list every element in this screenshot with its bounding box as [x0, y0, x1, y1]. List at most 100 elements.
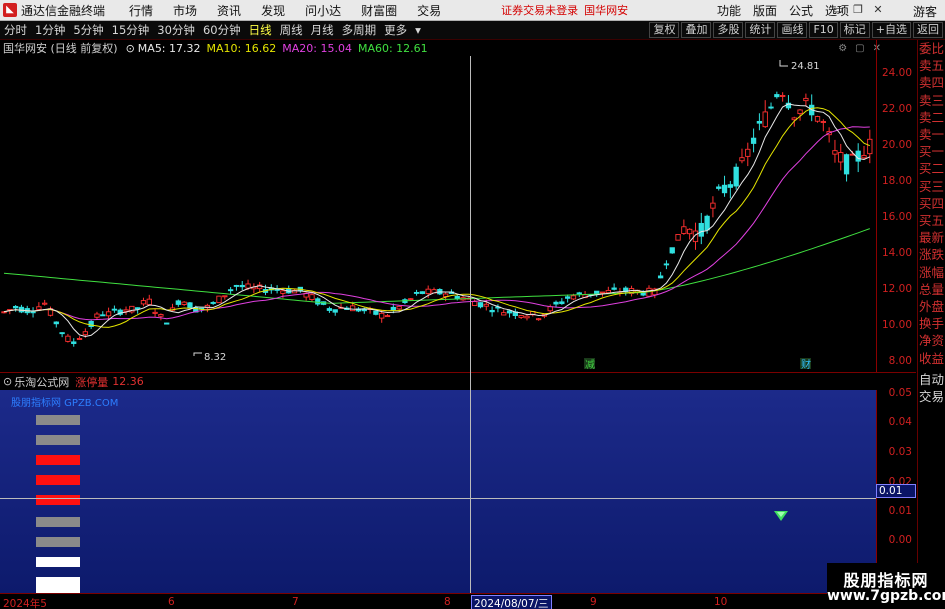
high-price-label: 24.81 — [791, 61, 820, 72]
candle-body — [111, 308, 118, 311]
menu-item-trade[interactable]: 交易 — [407, 2, 451, 19]
menu-layout[interactable]: 版面 — [747, 2, 783, 19]
auto-trade-label[interactable]: 交易 — [918, 388, 945, 405]
site-watermark-badge: 股朋指标网 www.7gpzb.com — [827, 563, 945, 609]
time-label: 8 — [444, 596, 451, 608]
menu-item-wealth[interactable]: 财富圈 — [351, 2, 407, 19]
period-toolbar: 分时 1分钟 5分钟 15分钟 30分钟 60分钟 日线 周线 月线 多周期 更… — [0, 21, 945, 40]
quote-field-label: 买三 — [918, 178, 944, 194]
maximize-icon[interactable]: ▢ — [855, 43, 864, 54]
more-dropdown-icon[interactable]: ▾ — [411, 23, 425, 37]
draw-line-button[interactable]: 画线 — [777, 22, 808, 38]
auto-trade-button[interactable]: 自动 — [918, 371, 945, 388]
menu-item-news[interactable]: 资讯 — [207, 2, 251, 19]
multi-stock-button[interactable]: 多股 — [713, 22, 744, 38]
period-daily[interactable]: 日线 — [245, 22, 276, 38]
add-watchlist-button[interactable]: +自选 — [871, 22, 911, 38]
high-pointer — [779, 60, 788, 67]
period-intraday[interactable]: 分时 — [0, 22, 31, 38]
candle-body — [489, 310, 495, 313]
menu-item-discover[interactable]: 发现 — [251, 2, 295, 19]
guest-user[interactable]: 游客 — [913, 3, 937, 20]
candle-body — [611, 287, 617, 290]
candle-body — [82, 331, 89, 336]
formula-icon[interactable]: ⊙ — [3, 375, 12, 388]
back-button[interactable]: 返回 — [913, 22, 943, 38]
crosshair-value-label: 0.01 — [876, 484, 916, 498]
site-url: www.7gpzb.com — [827, 588, 945, 604]
menu-item-quotes[interactable]: 行情 — [119, 2, 163, 19]
candle-body — [396, 305, 402, 310]
overlay-button[interactable]: 叠加 — [681, 22, 712, 38]
ma20-label: MA20: 15.04 — [282, 41, 352, 55]
candle-body — [553, 301, 559, 305]
period-30min[interactable]: 30分钟 — [153, 22, 199, 38]
menu-function[interactable]: 功能 — [711, 2, 747, 19]
menu-item-ask[interactable]: 问小达 — [295, 2, 351, 19]
candle-body — [832, 150, 838, 155]
ma20-line — [3, 126, 870, 321]
candle-body — [797, 109, 803, 115]
period-more[interactable]: 更多 — [380, 22, 411, 38]
candle-body — [605, 290, 611, 294]
crosshair-vertical — [470, 56, 471, 593]
restore-icon[interactable]: ❐ — [851, 3, 865, 17]
login-status[interactable]: 证券交易未登录 — [501, 2, 578, 18]
candle-body — [675, 234, 681, 241]
signal-diamond-icon — [774, 511, 788, 521]
menu-item-market[interactable]: 市场 — [163, 2, 207, 19]
candle-body — [53, 321, 59, 325]
price-tick: 16.00 — [881, 211, 912, 223]
candle-body — [657, 275, 664, 279]
restore-rights-button[interactable]: 复权 — [649, 22, 680, 38]
candlestick-chart[interactable]: 24.81 8.32 减 财 — [0, 56, 876, 372]
candle-body — [739, 157, 745, 162]
candle-body — [733, 166, 739, 187]
candle-body — [413, 291, 420, 294]
period-monthly[interactable]: 月线 — [307, 22, 338, 38]
candle-body — [315, 298, 321, 305]
watermark-label: 股朋指标网 GPZB.COM — [11, 398, 119, 409]
candle-body — [373, 310, 379, 315]
quote-field-label: 委比 — [918, 41, 944, 56]
quote-field-label: 外盘 — [918, 299, 944, 315]
candle-body — [698, 222, 704, 237]
quote-field-label: 总量 — [918, 281, 944, 297]
period-multi[interactable]: 多周期 — [338, 22, 381, 38]
period-60min[interactable]: 60分钟 — [199, 22, 245, 38]
indicator-chart[interactable]: 股朋指标网 GPZB.COM — [0, 390, 876, 593]
period-5min[interactable]: 5分钟 — [69, 22, 107, 38]
minimize-icon[interactable]: ▭ — [831, 3, 845, 17]
mark-button[interactable]: 标记 — [839, 22, 870, 38]
candle-body — [419, 291, 426, 294]
period-weekly[interactable]: 周线 — [276, 22, 307, 38]
quote-field-label: 净资 — [918, 333, 944, 349]
legend-bar — [36, 577, 80, 593]
ma5-indicator-icon[interactable]: ⊙ — [126, 42, 135, 55]
period-15min[interactable]: 15分钟 — [108, 22, 154, 38]
period-1min[interactable]: 1分钟 — [31, 22, 69, 38]
candle-body — [175, 300, 181, 305]
legend-bar — [36, 415, 80, 425]
ma10-label: MA10: 16.62 — [206, 41, 277, 55]
statistics-button[interactable]: 统计 — [745, 22, 776, 38]
time-label: 10 — [714, 596, 728, 608]
stock-title[interactable]: 国华网安 (日线 前复权) — [3, 40, 118, 56]
candle-body — [146, 298, 152, 306]
settings-icon[interactable]: ⚙ — [838, 43, 847, 54]
time-label: 7 — [292, 596, 299, 608]
candle-body — [30, 311, 36, 314]
f10-button[interactable]: F10 — [809, 22, 838, 38]
candle-body — [477, 302, 484, 308]
candle-body — [164, 322, 170, 325]
menu-formula[interactable]: 公式 — [783, 2, 819, 19]
candle-body — [140, 300, 147, 305]
close-icon[interactable]: ✕ — [871, 3, 885, 17]
quote-panel: 委比 卖五 卖四 卖三 卖二 卖一 买一 买二 买三 买四 买五 最新 涨跌 涨幅 总量 外盘 换手 净资 收益 自动… — [917, 40, 945, 609]
candle-body — [379, 312, 385, 319]
formula-source[interactable]: 乐淘公式网 — [14, 374, 69, 390]
indicator-value: 12.36 — [112, 375, 144, 388]
price-tick: 8.00 — [888, 355, 912, 367]
candle-body — [861, 155, 867, 159]
candle-body — [756, 120, 763, 124]
